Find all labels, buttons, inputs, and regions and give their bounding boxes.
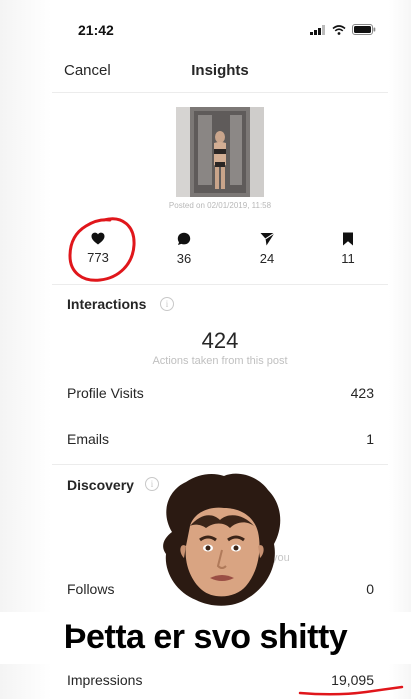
status-time: 21:42 (78, 22, 114, 38)
discovery-info-icon[interactable]: i (145, 477, 159, 491)
cellular-signal-icon (310, 24, 325, 35)
likes-stat: 773 (68, 232, 128, 265)
shares-count: 24 (259, 251, 275, 266)
right-edge-shadow (389, 0, 411, 699)
page-title: Insights (191, 62, 249, 79)
discovery-title: Discovery (67, 477, 134, 493)
faded-text: you (272, 552, 290, 564)
post-stats-row: 773 36 24 11 (52, 232, 388, 272)
heart-icon (91, 232, 105, 245)
nav-bar: Cancel Insights (52, 56, 388, 86)
post-thumbnail[interactable] (176, 107, 264, 197)
comments-count: 36 (176, 251, 192, 266)
saves-stat: 11 (318, 232, 378, 266)
emails-label: Emails (67, 431, 110, 447)
interactions-title: Interactions (67, 296, 147, 312)
status-icons (310, 24, 376, 35)
bookmark-icon (343, 232, 353, 246)
phone-screen: 21:42 Cancel Insights Posted on 02/01/20… (0, 0, 411, 699)
wifi-icon (332, 24, 346, 35)
follows-value: 0 (366, 581, 374, 597)
emails-value: 1 (366, 431, 374, 447)
posted-date: Posted on 02/01/2019, 11:58 (168, 201, 272, 210)
face-sticker (163, 473, 281, 606)
battery-icon (352, 24, 376, 35)
overlay-caption: Þetta er svo shitty (63, 618, 348, 656)
interactions-divider (52, 284, 388, 285)
profile-visits-value: 423 (350, 385, 374, 401)
saves-count: 11 (341, 251, 355, 266)
post-photo (176, 107, 264, 197)
send-icon (260, 232, 275, 246)
comments-stat: 36 (154, 232, 214, 266)
interactions-caption: Actions taken from this post (152, 355, 288, 367)
interactions-info-icon[interactable]: i (160, 297, 174, 311)
follows-label: Follows (67, 581, 115, 597)
nav-divider (52, 92, 388, 93)
status-bar: 21:42 (52, 18, 382, 42)
comment-icon (177, 232, 191, 245)
impressions-value: 19,095 (331, 672, 374, 688)
discovery-divider (52, 464, 388, 465)
likes-count: 773 (87, 250, 109, 265)
left-edge-shadow (0, 0, 52, 699)
interactions-total: 424 (201, 328, 239, 353)
impressions-label: Impressions (67, 672, 143, 688)
profile-visits-label: Profile Visits (67, 385, 144, 401)
shares-stat: 24 (237, 232, 297, 266)
